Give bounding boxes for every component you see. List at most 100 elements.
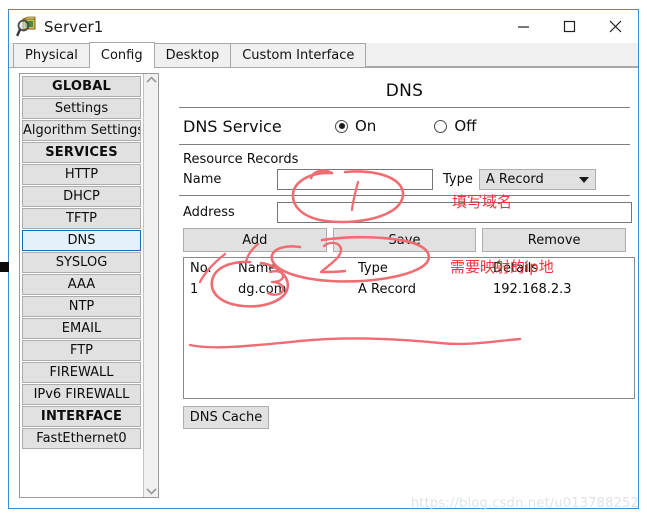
sidebar-item-algorithm-settings[interactable]: Algorithm Settings (22, 120, 141, 141)
dns-config-panel: DNS DNS Service On Off Resource Records … (177, 73, 635, 504)
window-controls (500, 10, 638, 43)
chevron-down-icon[interactable] (145, 487, 157, 495)
panel-title: DNS (385, 81, 424, 101)
tab-custom-interface-label: Custom Interface (242, 48, 355, 63)
sidebar-label-algorithm-settings: Algorithm Settings (23, 123, 141, 138)
tab-desktop[interactable]: Desktop (153, 43, 232, 67)
sidebar-label-global: GLOBAL (52, 79, 111, 94)
name-input[interactable] (277, 169, 433, 190)
tab-filler (365, 42, 638, 67)
radio-off-indicator (434, 119, 448, 133)
column-header-type: Type (358, 261, 388, 276)
sidebar-label-services: SERVICES (45, 145, 118, 160)
sidebar-label-http: HTTP (64, 167, 99, 182)
sidebar-item-settings[interactable]: Settings (22, 98, 141, 119)
window-titlebar: Server1 (9, 10, 638, 43)
radio-on-indicator (335, 119, 348, 133)
dns-cache-button[interactable]: DNS Cache (183, 406, 269, 429)
sidebar-item-fastethernet0[interactable]: FastEthernet0 (22, 428, 141, 449)
save-button[interactable]: Save (332, 228, 477, 252)
maximize-button[interactable] (546, 10, 592, 43)
radio-off-label: Off (454, 117, 477, 135)
sidebar-item-http[interactable]: HTTP (22, 164, 141, 185)
column-header-no: No. (190, 261, 212, 276)
tab-physical-label: Physical (25, 48, 78, 63)
column-header-name: Name (238, 261, 277, 276)
type-label: Type (443, 172, 473, 187)
sidebar-scrollbar[interactable] (143, 74, 158, 497)
sidebar-label-settings: Settings (54, 101, 109, 116)
sidebar-item-ntp[interactable]: NTP (22, 296, 141, 317)
address-label: Address (183, 205, 235, 220)
tab-custom-interface[interactable]: Custom Interface (230, 43, 367, 67)
config-sidebar: GLOBAL Settings Algorithm Settings SERVI… (19, 73, 159, 498)
sidebar-item-services[interactable]: SERVICES (22, 142, 141, 163)
sidebar-item-syslog[interactable]: SYSLOG (22, 252, 141, 273)
sidebar-label-dns: DNS (67, 233, 96, 248)
sidebar-list: GLOBAL Settings Algorithm Settings SERVI… (20, 74, 143, 497)
sidebar-label-ipv6-firewall: IPv6 FIREWALL (33, 387, 130, 402)
tab-desktop-label: Desktop (165, 48, 220, 63)
radio-off[interactable]: Off (434, 117, 476, 135)
sidebar-item-email[interactable]: EMAIL (22, 318, 141, 339)
radio-on[interactable]: On (335, 117, 376, 135)
sidebar-label-dhcp: DHCP (63, 189, 100, 204)
address-input[interactable] (277, 202, 632, 223)
sidebar-label-ftp: FTP (69, 343, 94, 358)
sidebar-item-dns[interactable]: DNS (22, 230, 141, 251)
record-type-dropdown[interactable]: A Record (478, 169, 596, 190)
sidebar-item-interface[interactable]: INTERFACE (22, 406, 141, 427)
remove-button[interactable]: Remove (482, 228, 627, 252)
radio-on-label: On (355, 117, 377, 135)
server-magnifier-icon (16, 16, 38, 38)
window-title: Server1 (44, 17, 104, 36)
tab-physical[interactable]: Physical (13, 43, 90, 67)
dns-service-row: DNS Service On Off (177, 108, 632, 144)
caret-down-icon (578, 176, 589, 183)
sidebar-item-tftp[interactable]: TFTP (22, 208, 141, 229)
address-row: Address (177, 202, 632, 223)
sidebar-item-ftp[interactable]: FTP (22, 340, 141, 361)
cell-details: 192.168.2.3 (493, 282, 572, 297)
chevron-up-icon[interactable] (145, 76, 157, 84)
name-label: Name (183, 172, 222, 187)
cell-name: dg.com (238, 282, 287, 297)
sidebar-label-syslog: SYSLOG (55, 255, 108, 270)
server-config-window: Server1 Physical Config Desktop Custom I… (8, 9, 639, 509)
screenshot-root: Server1 Physical Config Desktop Custom I… (0, 0, 647, 517)
sidebar-item-ipv6-firewall[interactable]: IPv6 FIREWALL (22, 384, 141, 405)
sidebar-label-email: EMAIL (61, 321, 102, 336)
name-row: Name Type A Record (177, 169, 632, 190)
tab-bar: Physical Config Desktop Custom Interface (9, 42, 638, 68)
sidebar-label-firewall: FIREWALL (49, 365, 114, 380)
left-edge-artifact (0, 262, 9, 272)
cell-type: A Record (358, 282, 416, 297)
sidebar-item-global[interactable]: GLOBAL (22, 76, 141, 97)
sidebar-label-tftp: TFTP (66, 211, 97, 226)
dns-records-table[interactable]: No. Name Type Details 1 dg.com A Record (183, 257, 635, 399)
divider-service (179, 144, 630, 145)
column-header-details: Details (493, 261, 539, 276)
sidebar-label-aaa: AAA (67, 277, 96, 292)
table-row[interactable]: 1 dg.com A Record 192.168.2.3 (184, 279, 634, 300)
resource-records-label: Resource Records (183, 152, 299, 167)
maximize-icon (563, 20, 575, 33)
table-header-row: No. Name Type Details (184, 258, 634, 279)
cell-no: 1 (190, 282, 199, 297)
sidebar-item-dhcp[interactable]: DHCP (22, 186, 141, 207)
add-button[interactable]: Add (183, 228, 327, 252)
sidebar-label-interface: INTERFACE (40, 409, 123, 424)
client-area: GLOBAL Settings Algorithm Settings SERVI… (9, 68, 638, 508)
divider-name (179, 195, 630, 196)
record-action-buttons: Add Save Remove (177, 228, 632, 252)
tab-config[interactable]: Config (88, 42, 155, 68)
sidebar-label-fastethernet0: FastEthernet0 (36, 431, 127, 446)
tab-config-label: Config (100, 48, 143, 63)
close-button[interactable] (592, 10, 638, 43)
sidebar-item-aaa[interactable]: AAA (22, 274, 141, 295)
sidebar-item-firewall[interactable]: FIREWALL (22, 362, 141, 383)
dns-service-label: DNS Service (183, 116, 282, 136)
sidebar-label-ntp: NTP (68, 299, 95, 314)
close-icon (609, 20, 621, 33)
minimize-button[interactable] (500, 10, 546, 43)
